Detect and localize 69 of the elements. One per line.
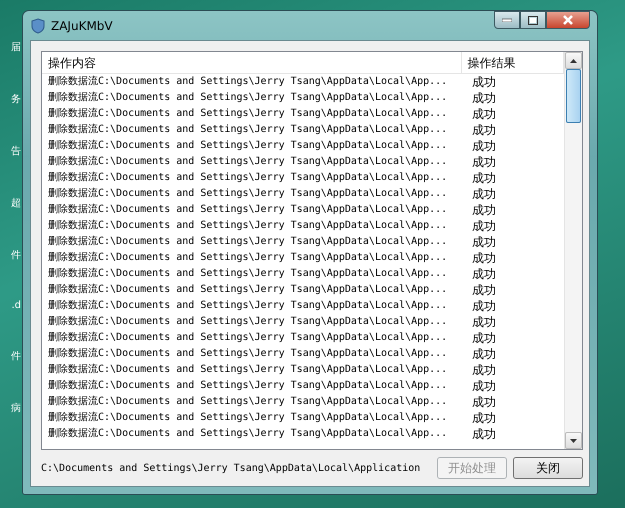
table-cell-text: 成功 — [471, 298, 496, 314]
table-cell-text: 删除数据流C:\Documents and Settings\Jerry Tsang\AppData\Local\App... — [47, 106, 448, 121]
table-cell-text: 删除数据流C:\Documents and Settings\Jerry Tsang\AppData\Local\App... — [47, 138, 448, 153]
table-cell-text: 成功 — [471, 362, 496, 378]
scrollbar-thumb[interactable] — [566, 69, 581, 123]
table-cell-text: 删除数据流C:\Documents and Settings\Jerry Tsang\AppData\Local\App... — [47, 330, 448, 345]
table-cell-text: 删除数据流C:\Documents and Settings\Jerry Tsang\AppData\Local\App... — [47, 186, 448, 201]
table-cell-text: 成功 — [471, 74, 496, 90]
table-cell-text: 成功 — [471, 378, 496, 394]
table-cell-text: 成功 — [471, 186, 496, 202]
desktop-icon-label: 病 — [11, 402, 21, 415]
table-cell-text: 成功 — [471, 90, 496, 106]
table-cell-text: 成功 — [471, 426, 496, 442]
window-title: ZAJuKMbV — [51, 18, 113, 32]
column-header[interactable]: 操作内容 — [42, 52, 462, 73]
desktop-icon-label: 告 — [11, 144, 21, 158]
close-icon — [562, 15, 574, 25]
desktop-icon-label: 届 — [11, 41, 21, 54]
down-arrow-icon — [570, 438, 577, 442]
close-button[interactable] — [546, 11, 590, 29]
table-cell-text: 删除数据流C:\Documents and Settings\Jerry Tsang\AppData\Local\App... — [47, 298, 448, 313]
table-cell-text: 删除数据流C:\Documents and Settings\Jerry Tsang\AppData\Local\App... — [47, 362, 448, 377]
table-cell-text: 删除数据流C:\Documents and Settings\Jerry Tsang\AppData\Local\App... — [47, 218, 448, 233]
up-arrow-icon — [570, 58, 577, 62]
table-cell-text: 成功 — [471, 138, 496, 154]
table-cell-text: 删除数据流C:\Documents and Settings\Jerry Tsang\AppData\Local\App... — [47, 282, 448, 297]
table-cell-text: 删除数据流C:\Documents and Settings\Jerry Tsang\AppData\Local\App... — [47, 314, 448, 329]
minimize-button[interactable] — [494, 11, 520, 29]
table-cell-text: 删除数据流C:\Documents and Settings\Jerry Tsang\AppData\Local\App... — [47, 154, 448, 169]
desktop-icon-label: 超 — [11, 196, 21, 210]
table-cell-text: 成功 — [471, 250, 496, 266]
table-cell-text: 成功 — [471, 346, 496, 362]
maximize-button[interactable] — [520, 11, 546, 29]
status-path: C:\Documents and Settings\Jerry Tsang\AppData\Local\Application — [41, 462, 422, 474]
table-cell-text: 成功 — [471, 330, 496, 346]
table-cell-text: 删除数据流C:\Documents and Settings\Jerry Tsang\AppData\Local\App... — [47, 90, 448, 105]
table-cell-text: 删除数据流C:\Documents and Settings\Jerry Tsang\AppData\Local\App... — [47, 378, 448, 393]
table-cell-text: 删除数据流C:\Documents and Settings\Jerry Tsang\AppData\Local\App... — [47, 234, 448, 249]
table-cell-text: 成功 — [471, 106, 496, 122]
table-cell-text: 删除数据流C:\Documents and Settings\Jerry Tsang\AppData\Local\App... — [47, 426, 448, 441]
table-cell-text: 删除数据流C:\Documents and Settings\Jerry Tsang\AppData\Local\App... — [47, 122, 448, 137]
table-cell-text: 成功 — [471, 154, 496, 170]
table-cell-text: 成功 — [471, 410, 496, 426]
desktop-icon-label: .d — [11, 300, 21, 311]
table-cell-text: 成功 — [471, 170, 496, 186]
table-cell-text: 删除数据流C:\Documents and Settings\Jerry Tsang\AppData\Local\App... — [47, 346, 448, 361]
maximize-icon — [528, 16, 538, 24]
table-cell-text: 删除数据流C:\Documents and Settings\Jerry Tsang\AppData\Local\App... — [47, 266, 448, 281]
table-cell-text: 删除数据流C:\Documents and Settings\Jerry Tsang\AppData\Local\App... — [47, 170, 448, 185]
table-cell-text: 成功 — [471, 282, 496, 298]
table-cell-text: 删除数据流C:\Documents and Settings\Jerry Tsang\AppData\Local\App... — [47, 250, 448, 265]
shield-icon — [31, 18, 45, 34]
table-cell-text: 删除数据流C:\Documents and Settings\Jerry Tsang\AppData\Local\App... — [47, 410, 448, 425]
minimize-icon — [502, 18, 512, 22]
table-cell-text: 成功 — [471, 234, 496, 250]
table-cell-text: 删除数据流C:\Documents and Settings\Jerry Tsang\AppData\Local\App... — [47, 202, 448, 217]
desktop-icon-label: 务 — [11, 93, 21, 106]
table-cell-text: 成功 — [471, 122, 496, 138]
table-cell-text: 成功 — [471, 394, 496, 410]
table-cell-text: 成功 — [471, 314, 496, 330]
table-cell-text: 成功 — [471, 202, 496, 218]
table-cell-text: 成功 — [471, 266, 496, 282]
table-cell-text: 成功 — [471, 218, 496, 234]
table-cell-text: 删除数据流C:\Documents and Settings\Jerry Tsang\AppData\Local\App... — [47, 74, 448, 89]
action-button[interactable]: 关闭 — [513, 457, 583, 479]
table-cell-text: 删除数据流C:\Documents and Settings\Jerry Tsang\AppData\Local\App... — [47, 394, 448, 409]
desktop-icon-label: 件 — [11, 249, 21, 262]
scrollbar[interactable] — [564, 52, 582, 449]
desktop-icon-label: 件 — [11, 350, 21, 363]
